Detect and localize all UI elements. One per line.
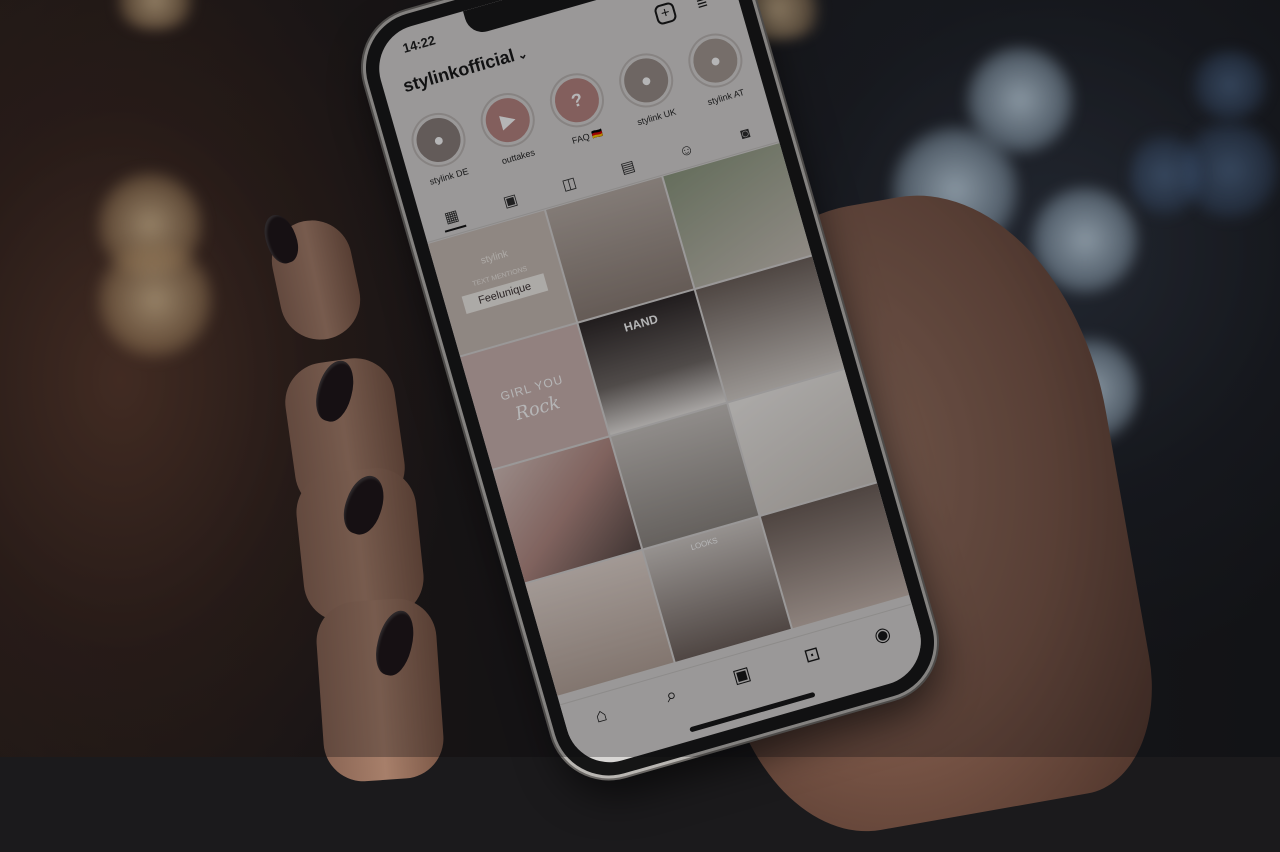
profile-icon[interactable]: ◉ bbox=[867, 620, 899, 652]
story-ring: ? bbox=[543, 66, 611, 134]
guides-icon[interactable]: ▤ bbox=[614, 154, 641, 181]
menu-icon[interactable]: ≡ bbox=[690, 0, 715, 15]
search-icon[interactable]: ⌕ bbox=[656, 680, 688, 712]
story-highlight[interactable]: ● stylink AT bbox=[676, 26, 761, 121]
post-text: stylink bbox=[479, 248, 510, 267]
story-ring: ▶ bbox=[474, 86, 542, 154]
grid-icon[interactable]: ▦ bbox=[438, 203, 467, 233]
profile-photo-icon: ● bbox=[618, 53, 674, 108]
story-highlight[interactable]: ? FAQ 🇩🇪 bbox=[538, 65, 623, 160]
story-label: FAQ 🇩🇪 bbox=[570, 127, 605, 146]
bokeh-light bbox=[110, 0, 200, 30]
bokeh-light bbox=[95, 240, 215, 360]
reels-icon[interactable]: ▣ bbox=[497, 188, 524, 215]
home-icon[interactable]: ⌂ bbox=[585, 700, 617, 732]
igtv-icon[interactable]: ◫ bbox=[556, 171, 583, 198]
shop-icon[interactable]: ⊡ bbox=[796, 640, 828, 672]
finger bbox=[313, 596, 447, 784]
story-ring: ● bbox=[681, 27, 749, 94]
profile-photo-icon: ● bbox=[411, 112, 466, 168]
question-icon: ? bbox=[549, 73, 605, 128]
story-label: outtakes bbox=[500, 147, 536, 167]
status-time: 14:22 bbox=[400, 32, 438, 56]
story-highlight[interactable]: ▶ outtakes bbox=[469, 85, 554, 180]
story-label: stylink UK bbox=[636, 106, 678, 128]
effects-icon[interactable]: ☺ bbox=[673, 137, 700, 164]
play-icon: ▶ bbox=[480, 92, 535, 148]
chevron-down-icon: ⌄ bbox=[515, 46, 530, 63]
bokeh-light bbox=[1130, 130, 1200, 220]
story-ring: ● bbox=[612, 47, 680, 114]
tagged-icon[interactable]: ◙ bbox=[732, 121, 759, 148]
story-ring: ● bbox=[405, 106, 472, 174]
story-highlight[interactable]: ● stylink UK bbox=[607, 45, 692, 140]
story-highlight[interactable]: ● stylink DE bbox=[399, 105, 484, 200]
story-label: stylink DE bbox=[428, 166, 470, 187]
add-post-icon[interactable]: + bbox=[653, 1, 678, 26]
profile-photo-icon: ● bbox=[688, 33, 743, 88]
bokeh-light bbox=[1190, 50, 1270, 120]
username-text: stylinkofficial bbox=[400, 45, 517, 97]
reels-icon[interactable]: ▣ bbox=[726, 660, 758, 692]
story-label: stylink AT bbox=[706, 87, 746, 108]
